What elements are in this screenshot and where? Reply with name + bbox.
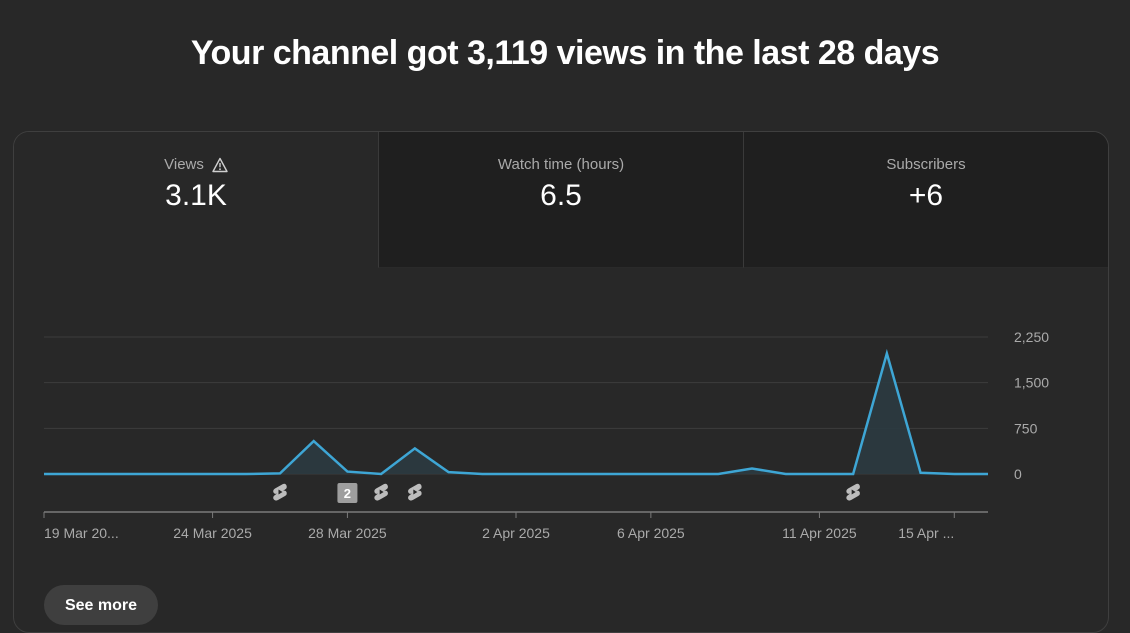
shorts-icon xyxy=(273,483,287,501)
data-point xyxy=(378,471,384,477)
data-point xyxy=(816,471,822,477)
data-point xyxy=(344,469,350,475)
x-tick-label: 24 Mar 2025 xyxy=(173,525,252,541)
data-point xyxy=(277,470,283,476)
x-tick-label: 19 Mar 20... xyxy=(44,525,119,541)
data-point xyxy=(682,471,688,477)
data-point xyxy=(479,471,485,477)
x-tick-label: 28 Mar 2025 xyxy=(308,525,387,541)
see-more-button[interactable]: See more xyxy=(44,585,158,625)
data-point xyxy=(108,471,114,477)
data-point xyxy=(412,445,418,451)
series-area xyxy=(44,353,988,474)
y-tick-label: 750 xyxy=(1014,420,1038,436)
data-point xyxy=(547,471,553,477)
shorts-icon xyxy=(374,483,388,501)
data-point xyxy=(985,471,991,477)
data-point xyxy=(176,471,182,477)
data-point xyxy=(614,471,620,477)
data-point xyxy=(142,471,148,477)
data-point xyxy=(243,471,249,477)
y-tick-label: 2,250 xyxy=(1014,329,1049,345)
data-point xyxy=(311,438,317,444)
shorts-icon xyxy=(408,483,422,501)
data-point xyxy=(850,471,856,477)
data-point xyxy=(446,469,452,475)
data-point xyxy=(715,471,721,477)
data-point xyxy=(513,471,519,477)
data-point xyxy=(884,350,890,356)
data-point xyxy=(783,471,789,477)
video-count-label: 2 xyxy=(344,486,351,501)
data-point xyxy=(580,471,586,477)
data-point xyxy=(210,471,216,477)
x-tick-label: 15 Apr ... xyxy=(898,525,954,541)
data-point xyxy=(918,470,924,476)
data-point xyxy=(41,471,47,477)
y-tick-label: 1,500 xyxy=(1014,375,1049,391)
data-point xyxy=(648,471,654,477)
x-tick-label: 6 Apr 2025 xyxy=(617,525,685,541)
views-line-chart[interactable]: 2,250 1,500 750 0 2 19 Mar 20... 24 Mar 2025 28… xyxy=(0,0,1130,610)
data-point xyxy=(951,471,957,477)
x-tick-label: 11 Apr 2025 xyxy=(782,525,857,541)
data-point xyxy=(75,471,81,477)
y-tick-label: 0 xyxy=(1014,466,1022,482)
series-line xyxy=(44,348,988,476)
x-tick-label: 2 Apr 2025 xyxy=(482,525,550,541)
shorts-icon xyxy=(846,483,860,501)
data-point xyxy=(749,466,755,472)
